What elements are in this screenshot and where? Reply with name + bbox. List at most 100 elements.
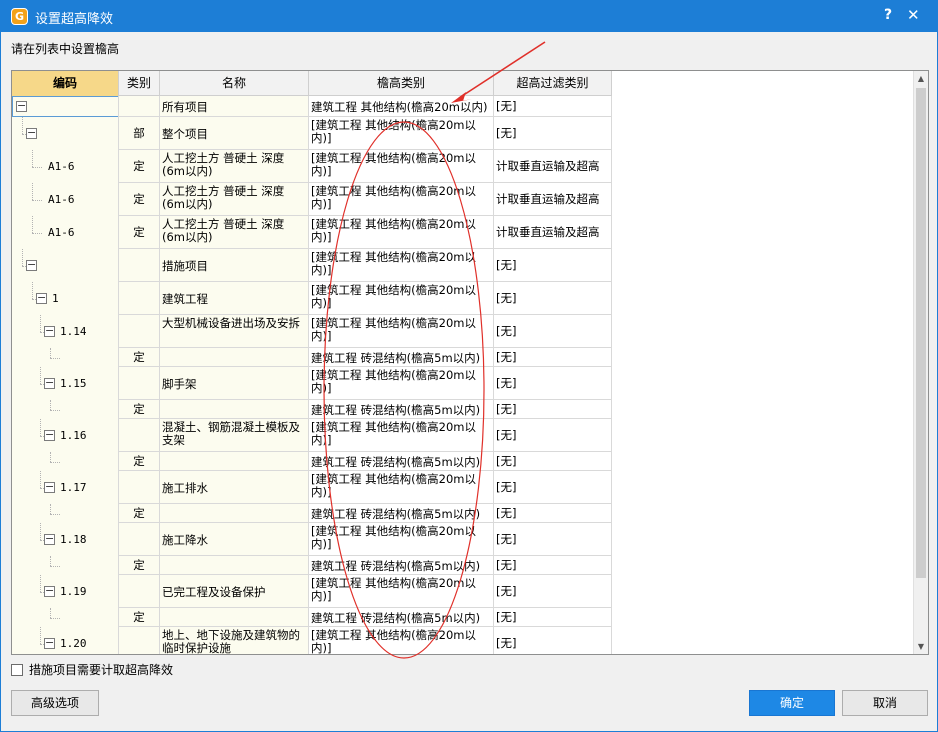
cell-type[interactable] xyxy=(119,367,160,399)
cell-name[interactable]: 人工挖土方 普硬土 深度(6m以内) xyxy=(160,183,309,215)
table-row[interactable]: − 所有项目 建筑工程 其他结构(檐高20m以内) [无] xyxy=(12,96,612,117)
column-header-type[interactable]: 类别 xyxy=(119,71,160,96)
cell-name[interactable] xyxy=(160,556,309,574)
cell-filter[interactable]: [无] xyxy=(494,608,612,626)
table-row[interactable]: −1.19 已完工程及设备保护 [建筑工程 其他结构(檐高20m以内)] [无] xyxy=(12,575,612,608)
cell-code[interactable]: −1.15 xyxy=(12,367,119,400)
cell-name[interactable] xyxy=(160,504,309,522)
cell-filter[interactable]: [无] xyxy=(494,367,612,399)
cell-filter[interactable]: [无] xyxy=(494,575,612,607)
collapse-icon[interactable]: − xyxy=(44,325,55,337)
cell-eave-height[interactable]: 建筑工程 砖混结构(檐高5m以内) xyxy=(309,504,494,522)
cell-type[interactable]: 定 xyxy=(119,400,160,418)
cell-filter[interactable]: 计取垂直运输及超高 xyxy=(494,150,612,182)
scroll-down-icon[interactable]: ▼ xyxy=(914,639,928,654)
cell-eave-height[interactable]: [建筑工程 其他结构(檐高20m以内)] xyxy=(309,150,494,182)
table-row[interactable]: −1.16 混凝土、钢筋混凝土模板及支架 [建筑工程 其他结构(檐高20m以内)] [… xyxy=(12,419,612,452)
cell-name[interactable]: 所有项目 xyxy=(160,96,309,116)
cell-code[interactable]: −1.18 xyxy=(12,523,119,556)
help-icon[interactable]: ? xyxy=(884,7,892,23)
cell-code[interactable]: −1.20 xyxy=(12,627,119,654)
table-row[interactable]: 定 建筑工程 砖混结构(檐高5m以内) [无] xyxy=(12,452,612,471)
cell-eave-height[interactable]: 建筑工程 砖混结构(檐高5m以内) xyxy=(309,608,494,626)
cell-name[interactable]: 混凝土、钢筋混凝土模板及支架 xyxy=(160,419,309,451)
cell-eave-height[interactable]: 建筑工程 砖混结构(檐高5m以内) xyxy=(309,452,494,470)
column-header-eave-height[interactable]: 檐高类别 xyxy=(309,71,494,96)
cell-code[interactable]: −1.14 xyxy=(12,315,119,348)
cell-eave-height[interactable]: [建筑工程 其他结构(檐高20m以内)] xyxy=(309,419,494,451)
vertical-scrollbar[interactable]: ▲ ▼ xyxy=(913,71,928,654)
cancel-button[interactable]: 取消 xyxy=(842,690,928,716)
table-row[interactable]: −1.20 地上、地下设施及建筑物的临时保护设施 [建筑工程 其他结构(檐高20m以… xyxy=(12,627,612,654)
cell-name[interactable]: 措施项目 xyxy=(160,249,309,281)
cell-name[interactable] xyxy=(160,400,309,418)
cell-filter[interactable]: [无] xyxy=(494,627,612,654)
cell-name[interactable]: 施工排水 xyxy=(160,471,309,503)
cell-type[interactable] xyxy=(119,282,160,314)
cell-code[interactable]: A1-6 xyxy=(12,150,119,183)
cell-filter[interactable]: [无] xyxy=(494,117,612,149)
cell-filter[interactable]: 计取垂直运输及超高 xyxy=(494,183,612,215)
cell-name[interactable]: 人工挖土方 普硬土 深度(6m以内) xyxy=(160,150,309,182)
cell-code[interactable] xyxy=(12,504,119,523)
cell-eave-height[interactable]: [建筑工程 其他结构(檐高20m以内)] xyxy=(309,523,494,555)
table-row[interactable]: −1.18 施工降水 [建筑工程 其他结构(檐高20m以内)] [无] xyxy=(12,523,612,556)
cell-name[interactable]: 脚手架 xyxy=(160,367,309,399)
cell-type[interactable]: 定 xyxy=(119,608,160,626)
table-row[interactable]: A1-6 定 人工挖土方 普硬土 深度(6m以内) [建筑工程 其他结构(檐高20m以… xyxy=(12,150,612,183)
cell-code[interactable]: −1.19 xyxy=(12,575,119,608)
cell-code[interactable] xyxy=(12,608,119,627)
cell-code[interactable] xyxy=(12,452,119,471)
cell-name[interactable]: 建筑工程 xyxy=(160,282,309,314)
table-row[interactable]: −1 建筑工程 [建筑工程 其他结构(檐高20m以内)] [无] xyxy=(12,282,612,315)
cell-type[interactable]: 定 xyxy=(119,452,160,470)
cell-name[interactable] xyxy=(160,608,309,626)
cell-type[interactable] xyxy=(119,471,160,503)
cell-code[interactable]: −1.16 xyxy=(12,419,119,452)
cell-code[interactable]: A1-6 xyxy=(12,183,119,216)
cell-eave-height[interactable]: [建筑工程 其他结构(檐高20m以内)] xyxy=(309,627,494,654)
cell-type[interactable]: 定 xyxy=(119,504,160,522)
table-row[interactable]: −1.14 大型机械设备进出场及安拆 [建筑工程 其他结构(檐高20m以内)] [无] xyxy=(12,315,612,348)
cell-type[interactable] xyxy=(119,523,160,555)
cell-code[interactable]: −1 xyxy=(12,282,119,315)
cell-eave-height[interactable]: [建筑工程 其他结构(檐高20m以内)] xyxy=(309,471,494,503)
cell-type[interactable] xyxy=(119,627,160,654)
table-row[interactable]: − 部 整个项目 [建筑工程 其他结构(檐高20m以内)] [无] xyxy=(12,117,612,150)
table-row[interactable]: − 措施项目 [建筑工程 其他结构(檐高20m以内)] [无] xyxy=(12,249,612,282)
cell-filter[interactable]: [无] xyxy=(494,348,612,366)
cell-filter[interactable]: [无] xyxy=(494,315,612,347)
cell-name[interactable] xyxy=(160,452,309,470)
table-row[interactable]: 定 建筑工程 砖混结构(檐高5m以内) [无] xyxy=(12,608,612,627)
cell-filter[interactable]: [无] xyxy=(494,282,612,314)
cell-eave-height[interactable]: [建筑工程 其他结构(檐高20m以内)] xyxy=(309,315,494,347)
table-row[interactable]: −1.17 施工排水 [建筑工程 其他结构(檐高20m以内)] [无] xyxy=(12,471,612,504)
cell-type[interactable]: 部 xyxy=(119,117,160,149)
cell-type[interactable] xyxy=(119,315,160,347)
cell-code[interactable]: − xyxy=(12,117,119,150)
cell-name[interactable]: 已完工程及设备保护 xyxy=(160,575,309,607)
measure-checkbox-row[interactable]: 措施项目需要计取超高降效 xyxy=(11,661,173,678)
cell-name[interactable]: 大型机械设备进出场及安拆 xyxy=(160,315,309,347)
collapse-icon[interactable]: − xyxy=(44,481,55,493)
table-row[interactable]: 定 建筑工程 砖混结构(檐高5m以内) [无] xyxy=(12,348,612,367)
ok-button[interactable]: 确定 xyxy=(749,690,835,716)
column-header-filter[interactable]: 超高过滤类别 xyxy=(494,71,612,96)
cell-name[interactable]: 人工挖土方 普硬土 深度(6m以内) xyxy=(160,216,309,248)
table-row[interactable]: 定 建筑工程 砖混结构(檐高5m以内) [无] xyxy=(12,556,612,575)
cell-code[interactable] xyxy=(12,556,119,575)
cell-type[interactable] xyxy=(119,96,160,116)
cell-filter[interactable]: [无] xyxy=(494,249,612,281)
cell-filter[interactable]: [无] xyxy=(494,556,612,574)
cell-code[interactable]: −1.17 xyxy=(12,471,119,504)
collapse-icon[interactable]: − xyxy=(44,533,55,545)
collapse-icon[interactable]: − xyxy=(44,377,55,389)
scrollbar-thumb[interactable] xyxy=(916,88,926,578)
cell-name[interactable] xyxy=(160,348,309,366)
cell-code[interactable]: − xyxy=(12,249,119,282)
cell-eave-height[interactable]: 建筑工程 砖混结构(檐高5m以内) xyxy=(309,400,494,418)
cell-eave-height[interactable]: [建筑工程 其他结构(檐高20m以内)] xyxy=(309,575,494,607)
cell-filter[interactable]: [无] xyxy=(494,452,612,470)
cell-eave-height[interactable]: [建筑工程 其他结构(檐高20m以内)] xyxy=(309,367,494,399)
cell-name[interactable]: 整个项目 xyxy=(160,117,309,149)
